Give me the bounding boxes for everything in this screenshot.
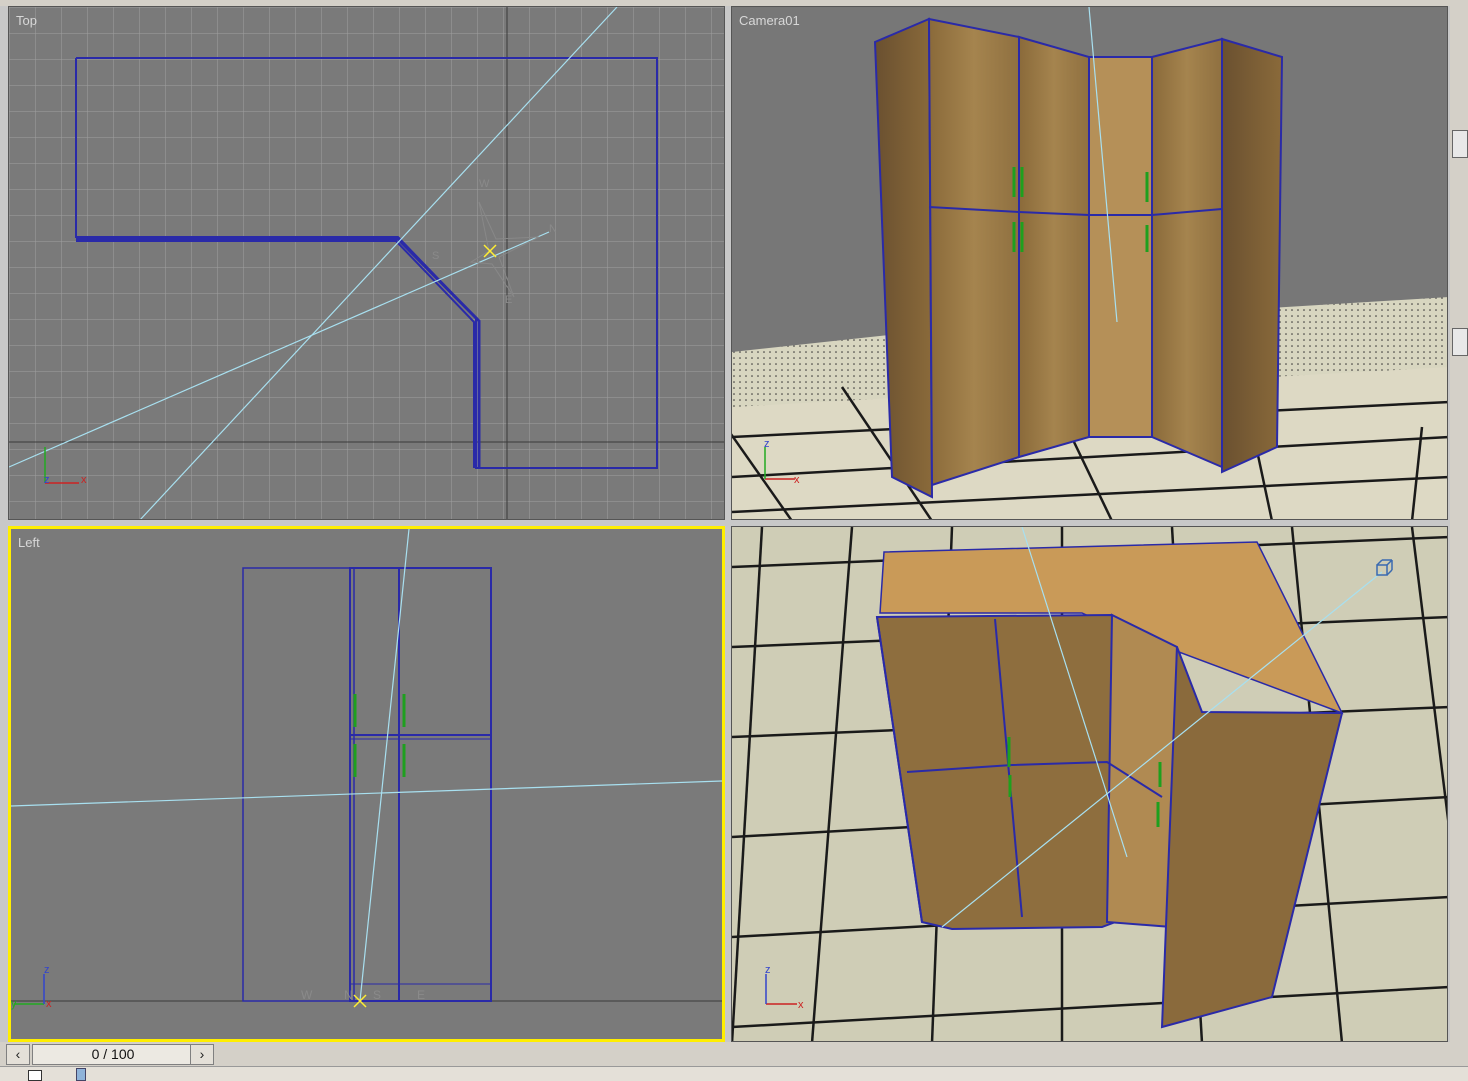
time-slider-bar: ‹ 0 / 100 › xyxy=(0,1042,1468,1066)
compass-n: N xyxy=(344,988,353,1002)
axis-z: z xyxy=(764,438,770,450)
viewport-top[interactable]: W N E S x z Top xyxy=(8,6,725,520)
compass-e: E xyxy=(417,988,425,1002)
axis-x: x xyxy=(794,474,800,486)
camera-view-canvas: x z xyxy=(732,7,1447,519)
panel-rollout-button[interactable] xyxy=(1452,328,1468,356)
track-filter-icon[interactable] xyxy=(28,1070,42,1081)
viewport-label-left[interactable]: Left xyxy=(18,535,40,550)
keyframe-marker[interactable] xyxy=(76,1068,86,1081)
axis-y: y xyxy=(11,998,17,1010)
top-view-canvas: W N E S x z xyxy=(9,7,724,519)
compass-w: W xyxy=(479,178,490,190)
viewport-label-camera[interactable]: Camera01 xyxy=(739,13,800,28)
panel-rollout-button[interactable] xyxy=(1452,130,1468,158)
axis-x: x xyxy=(46,998,52,1010)
viewport-camera[interactable]: x z Camera01 xyxy=(731,6,1448,520)
compass-n: N xyxy=(549,223,557,235)
compass-s: S xyxy=(373,988,381,1002)
axis-x: x xyxy=(81,474,87,486)
time-slider[interactable]: 0 / 100 xyxy=(32,1044,194,1065)
chevron-right-icon[interactable]: › xyxy=(190,1044,214,1065)
left-view-canvas: W N S E z y x xyxy=(11,529,722,1010)
compass-s: S xyxy=(432,250,439,262)
compass-w: W xyxy=(301,988,313,1002)
axis-x: x xyxy=(798,999,804,1011)
viewport-left[interactable]: W N S E z y x Left xyxy=(8,526,725,1042)
axis-z: z xyxy=(765,964,771,976)
axis-z: z xyxy=(44,474,50,486)
viewport-label-top[interactable]: Top xyxy=(16,13,37,28)
viewport-perspective[interactable]: x z xyxy=(731,526,1448,1042)
chevron-left-icon[interactable]: ‹ xyxy=(6,1044,30,1065)
axis-tripod-icon xyxy=(14,974,45,1005)
compass-e: E xyxy=(505,294,512,306)
perspective-view-canvas: x z xyxy=(732,527,1447,1041)
command-panel-edge[interactable] xyxy=(1450,6,1468,1046)
axis-z: z xyxy=(44,964,50,976)
track-bar[interactable] xyxy=(0,1066,1468,1081)
